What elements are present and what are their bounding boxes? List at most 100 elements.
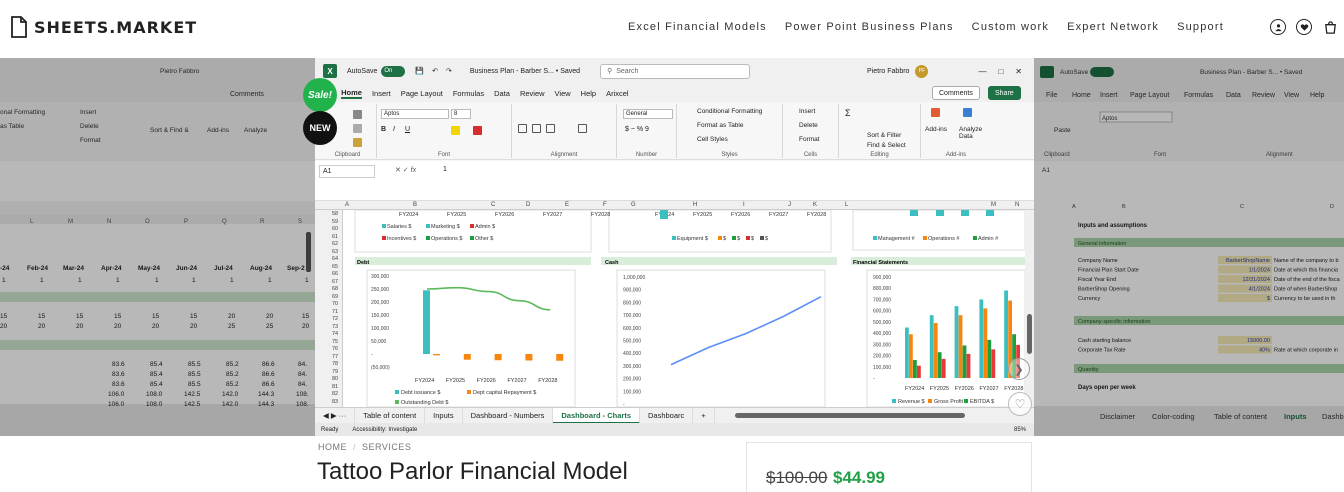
nav-excel-financial-models[interactable]: Excel Financial Models [628,21,767,33]
row-header-76[interactable]: 76 [332,346,338,352]
row-header-66[interactable]: 66 [332,271,338,277]
row-header-70[interactable]: 70 [332,301,338,307]
row-header-79[interactable]: 79 [332,369,338,375]
share-button[interactable]: Share [988,86,1021,100]
row-header-65[interactable]: 65 [332,264,338,270]
row-header-74[interactable]: 74 [332,331,338,337]
menu-insert[interactable]: Insert [372,89,391,98]
italic-icon[interactable]: I [393,126,395,133]
close-icon[interactable]: ✕ [1015,67,1022,76]
save-icon[interactable]: 💾 [415,67,424,75]
row-header-69[interactable]: 69 [332,294,338,300]
row-header-83[interactable]: 83 [332,399,338,405]
tab-table-of-content[interactable]: Table of content [355,407,426,424]
fill-color-icon[interactable] [451,126,460,135]
menu-formulas[interactable]: Formulas [453,89,484,98]
copy-icon[interactable] [353,124,362,133]
align-left-icon[interactable] [518,124,527,133]
align-center-icon[interactable] [532,124,541,133]
format-painter-icon[interactable] [353,138,362,147]
tab-dashboard-truncated[interactable]: Dashboarc [640,407,694,424]
number-format-select[interactable]: General [623,109,673,119]
wishlist-heart-icon[interactable]: ♡ [1008,392,1032,416]
row-header-71[interactable]: 71 [332,309,338,315]
analyze-data-icon[interactable] [963,108,972,117]
row-header-78[interactable]: 78 [332,361,338,367]
column-header-e[interactable]: E [565,202,569,208]
font-name-select[interactable]: Aptos [381,109,449,119]
gallery-slide-previous[interactable]: Pietro Fabbro Comments onal Formatting a… [0,58,315,436]
menu-review[interactable]: Review [520,89,545,98]
row-header-75[interactable]: 75 [332,339,338,345]
format-cells-button[interactable]: Format [799,136,820,143]
row-header-72[interactable]: 72 [332,316,338,322]
comments-button[interactable]: Comments [932,86,980,100]
nav-support[interactable]: Support [1177,21,1224,33]
nav-power-point-business-plans[interactable]: Power Point Business Plans [785,21,954,33]
heart-icon[interactable] [1296,19,1312,35]
user-icon[interactable] [1270,19,1286,35]
gallery-slide-current[interactable]: X AutoSave On 💾 ↶ ↷ Business Plan - Barb… [315,58,1034,436]
conditional-formatting-button[interactable]: Conditional Formatting [697,108,762,115]
tab-dashboard-numbers[interactable]: Dashboard - Numbers [463,407,554,424]
row-header-60[interactable]: 60 [332,226,338,232]
vertical-scrollbar[interactable] [1025,210,1034,407]
autosum-icon[interactable]: Σ [845,108,851,118]
tab-dashboard-charts[interactable]: Dashboard - Charts [553,407,640,424]
row-header-61[interactable]: 61 [332,234,338,240]
site-logo[interactable]: SHEETS.MARKET [10,16,197,38]
column-header-g[interactable]: G [631,202,636,208]
column-header-b[interactable]: B [413,202,417,208]
breadcrumb-home[interactable]: HOME [318,442,347,452]
gallery-next-arrow-icon[interactable]: ❯ [1008,358,1030,380]
cut-icon[interactable] [353,110,362,119]
spreadsheet-grid[interactable]: FY2024 FY2025 FY2026 FY2027 FY2028 FY2024 FY20… [343,210,1025,407]
addins-button[interactable]: Add-ins [925,126,947,133]
row-header-80[interactable]: 80 [332,376,338,382]
column-header-f[interactable]: F [603,202,607,208]
column-header-m[interactable]: M [991,202,996,208]
row-header-68[interactable]: 68 [332,286,338,292]
undo-icon[interactable]: ↶ [432,67,438,75]
column-header-i[interactable]: I [743,202,745,208]
row-header-59[interactable]: 59 [332,219,338,225]
column-header-j[interactable]: J [788,202,791,208]
addins-icon[interactable] [931,108,940,117]
menu-arixcel[interactable]: Arixcel [606,89,629,98]
currency-icon[interactable]: $ ~ % 9 [625,126,649,133]
row-header-63[interactable]: 63 [332,249,338,255]
row-header-62[interactable]: 62 [332,241,338,247]
column-header-k[interactable]: K [813,202,817,208]
bold-icon[interactable]: B [381,126,386,133]
font-size-select[interactable]: 8 [451,109,471,119]
row-header-73[interactable]: 73 [332,324,338,330]
row-header-64[interactable]: 64 [332,256,338,262]
analyze-data-button[interactable]: Analyze Data [959,126,991,140]
nav-custom-work[interactable]: Custom work [972,21,1049,33]
insert-cells-button[interactable]: Insert [799,108,815,115]
find-select-button[interactable]: Find & Select [867,142,906,149]
row-header-58[interactable]: 58 [332,211,338,217]
scrollbar-thumb[interactable] [1027,314,1032,354]
tab-nav-prev[interactable]: ◀ ▶ ··· [315,407,356,424]
column-header-n[interactable]: N [1015,202,1019,208]
row-header-67[interactable]: 67 [332,279,338,285]
merge-icon[interactable] [578,124,587,133]
tab-inputs[interactable]: Inputs [425,407,463,424]
menu-view[interactable]: View [555,89,571,98]
breadcrumb-services[interactable]: SERVICES [362,442,411,452]
menu-home[interactable]: Home [341,88,362,99]
row-header-77[interactable]: 77 [332,354,338,360]
sort-filter-button[interactable]: Sort & Filter [867,132,901,139]
font-color-icon[interactable] [473,126,482,135]
column-header-l[interactable]: L [845,202,848,208]
nav-expert-network[interactable]: Expert Network [1067,21,1159,33]
row-header-82[interactable]: 82 [332,391,338,397]
zoom-level[interactable]: 85% [1014,427,1026,433]
accessibility-status[interactable]: Accessibility: Investigate [352,427,417,433]
menu-data[interactable]: Data [494,89,510,98]
restore-icon[interactable]: □ [998,67,1003,76]
cart-icon[interactable] [1322,19,1338,35]
search-box[interactable]: ⚲ Search [600,63,751,79]
column-header-c[interactable]: C [491,202,495,208]
